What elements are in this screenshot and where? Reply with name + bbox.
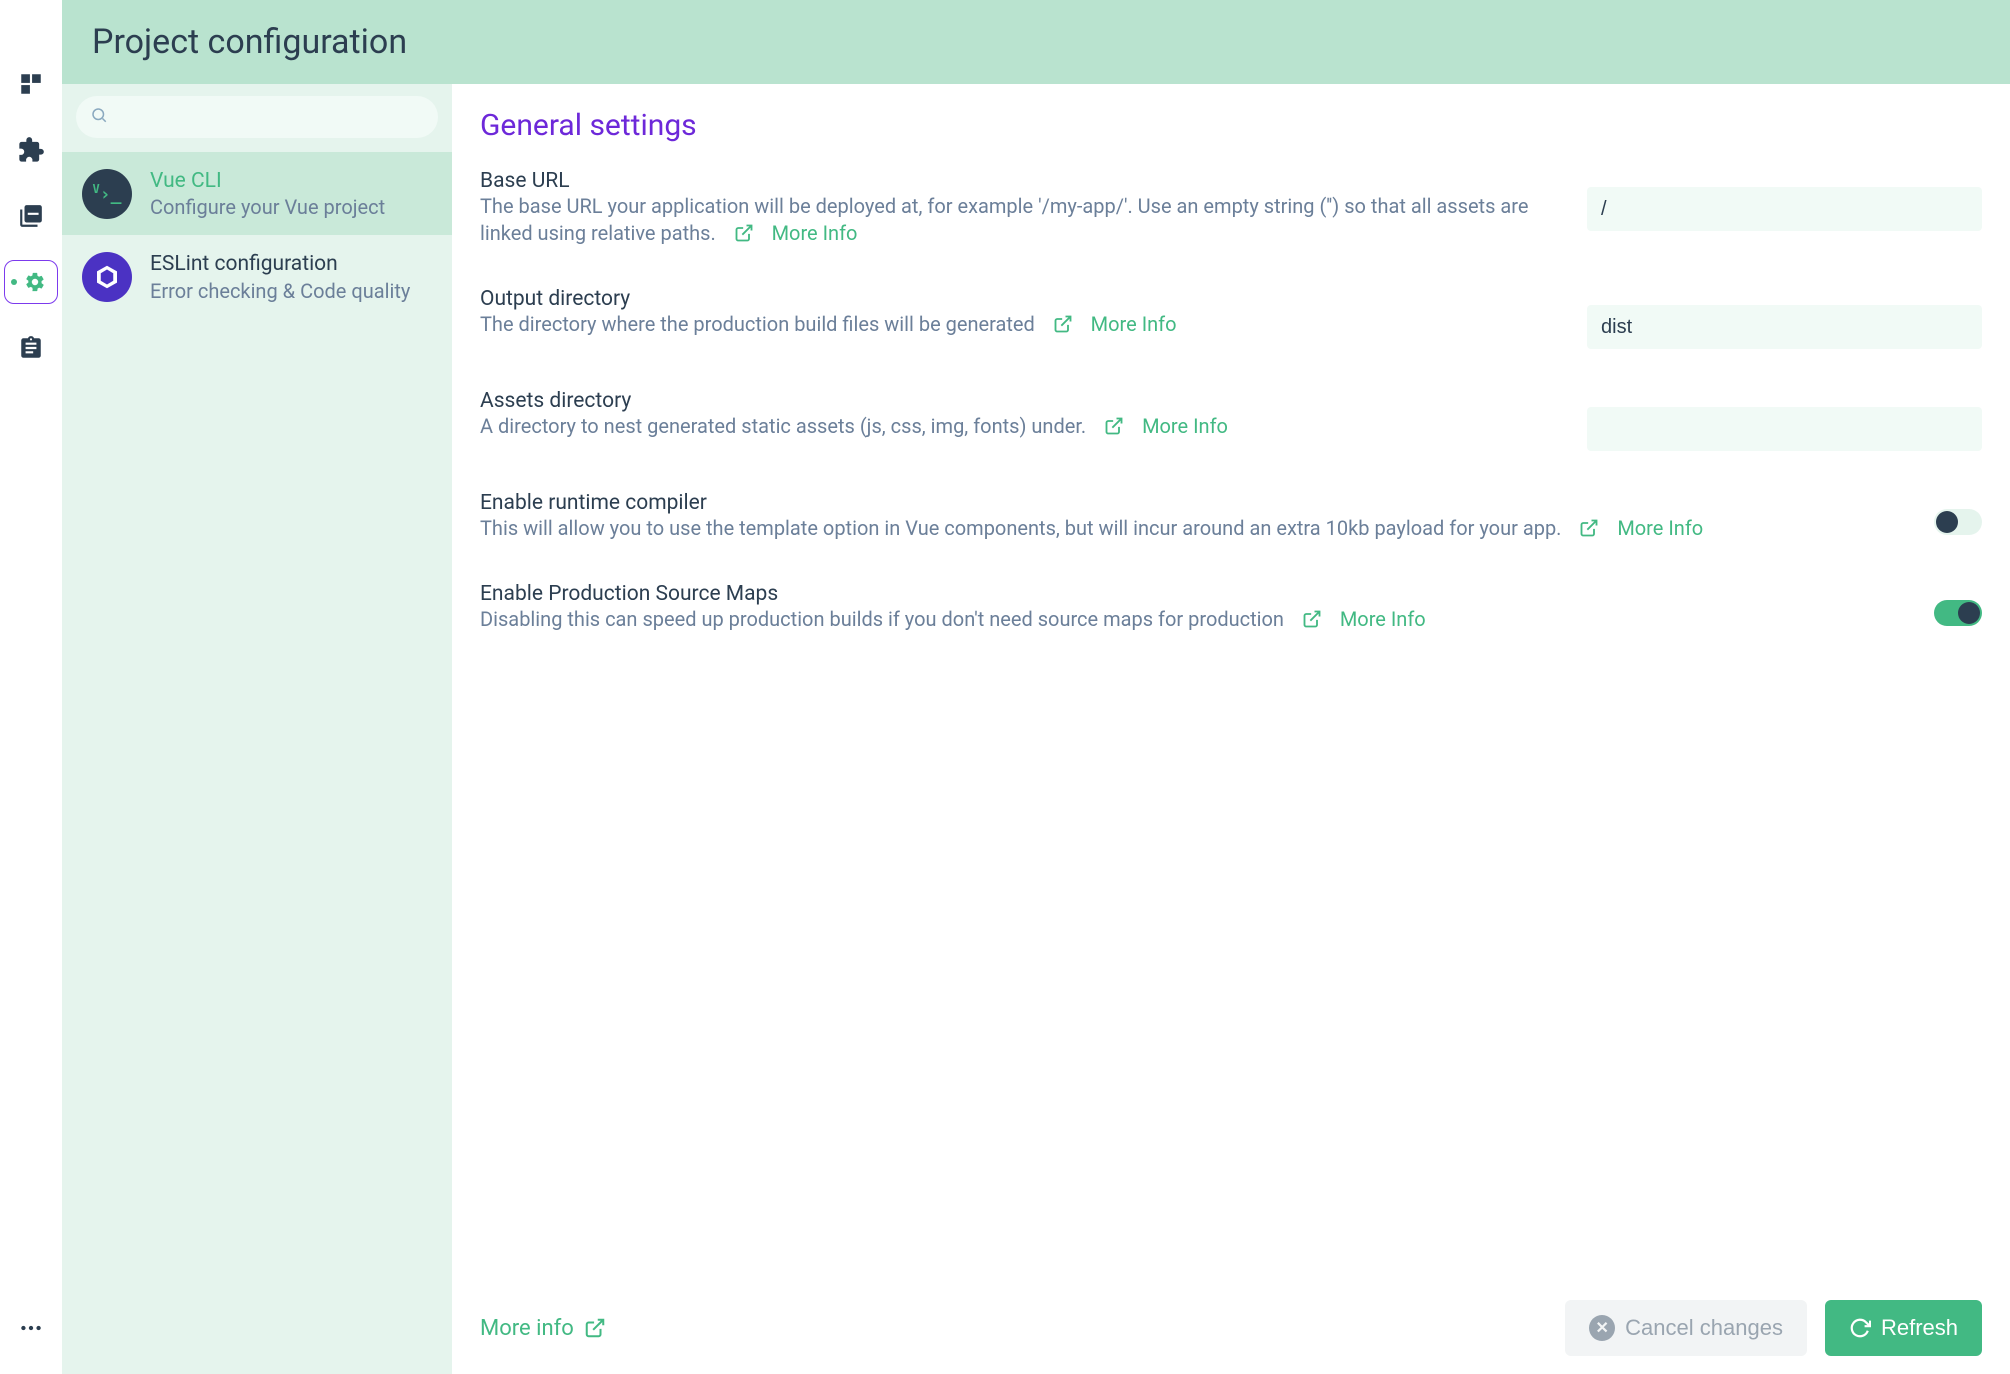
footer-bar: More info ✕ Cancel changes Refresh — [452, 1282, 2010, 1374]
page-title: Project configuration — [92, 22, 1980, 62]
nav-configuration[interactable] — [4, 260, 58, 304]
refresh-button[interactable]: Refresh — [1825, 1300, 1982, 1356]
external-link-icon — [1579, 518, 1599, 538]
collections-icon — [18, 203, 44, 229]
setting-more-info[interactable]: More Info — [1040, 312, 1177, 336]
external-link-icon — [1302, 609, 1322, 629]
setting-label: Base URL — [480, 169, 1547, 193]
external-link-icon — [1053, 314, 1073, 334]
config-item-name: Vue CLI — [150, 168, 432, 195]
nav-dashboard[interactable] — [9, 62, 53, 106]
setting-desc: Disabling this can speed up production b… — [480, 607, 1289, 631]
refresh-label: Refresh — [1881, 1315, 1958, 1341]
footer-more-info[interactable]: More info — [480, 1316, 606, 1341]
clipboard-icon — [18, 335, 44, 361]
assetsDir-input[interactable] — [1587, 407, 1982, 451]
nav-iconbar — [0, 0, 62, 1374]
titlebar: Project configuration — [62, 0, 2010, 84]
setting-baseUrl: Base URLThe base URL your application wi… — [480, 169, 1982, 247]
config-list: V›_ Vue CLIConfigure your Vue project ESLi… — [62, 84, 452, 1374]
config-item-name: ESLint configuration — [150, 251, 432, 278]
setting-productionSourceMap: Enable Production Source MapsDisabling t… — [480, 582, 1982, 633]
external-link-icon — [584, 1317, 606, 1339]
setting-label: Enable runtime compiler — [480, 491, 1894, 515]
setting-desc: A directory to nest generated static ass… — [480, 414, 1091, 438]
nav-plugins[interactable] — [9, 128, 53, 172]
setting-more-info[interactable]: More Info — [721, 221, 858, 245]
puzzle-icon — [17, 136, 45, 164]
setting-more-info[interactable]: More Info — [1091, 414, 1228, 438]
runtimeCompiler-toggle[interactable] — [1934, 509, 1982, 535]
config-search-input[interactable] — [76, 96, 438, 138]
vue-icon: V›_ — [93, 182, 122, 205]
setting-desc: The base URL your application will be de… — [480, 194, 1528, 245]
external-link-icon — [1104, 416, 1124, 436]
external-link-icon — [734, 223, 754, 243]
config-item-desc: Configure your Vue project — [150, 195, 432, 219]
productionSourceMap-toggle[interactable] — [1934, 600, 1982, 626]
footer-more-info-label: More info — [480, 1316, 574, 1341]
dashboard-icon — [18, 71, 44, 97]
outputDir-input[interactable] — [1587, 305, 1982, 349]
setting-more-info[interactable]: More Info — [1289, 607, 1426, 631]
setting-label: Enable Production Source Maps — [480, 582, 1894, 606]
setting-assetsDir: Assets directoryA directory to nest gene… — [480, 389, 1982, 451]
baseUrl-input[interactable] — [1587, 187, 1982, 231]
setting-label: Assets directory — [480, 389, 1547, 413]
nav-dependencies[interactable] — [9, 194, 53, 238]
setting-more-info[interactable]: More Info — [1566, 516, 1703, 540]
setting-outputDir: Output directoryThe directory where the … — [480, 287, 1982, 349]
nav-more[interactable] — [18, 1315, 44, 1346]
setting-desc: The directory where the production build… — [480, 312, 1040, 336]
close-circle-icon: ✕ — [1589, 1315, 1615, 1341]
nav-tasks[interactable] — [9, 326, 53, 370]
config-item-eslint[interactable]: ESLint configurationError checking & Cod… — [62, 235, 452, 318]
config-item-vue-cli[interactable]: V›_ Vue CLIConfigure your Vue project — [62, 152, 452, 235]
refresh-icon — [1849, 1317, 1871, 1339]
setting-label: Output directory — [480, 287, 1547, 311]
vue-icon: V›_ — [82, 169, 132, 219]
cancel-changes-button[interactable]: ✕ Cancel changes — [1565, 1300, 1807, 1356]
setting-runtimeCompiler: Enable runtime compilerThis will allow y… — [480, 491, 1982, 542]
settings-panel: General settings Base URLThe base URL yo… — [452, 84, 2010, 1374]
cancel-label: Cancel changes — [1625, 1315, 1783, 1341]
eslint-icon — [82, 252, 132, 302]
setting-desc: This will allow you to use the template … — [480, 516, 1566, 540]
more-horizontal-icon — [18, 1315, 44, 1341]
config-item-desc: Error checking & Code quality — [150, 279, 432, 303]
search-icon — [90, 105, 108, 129]
panel-heading: General settings — [480, 108, 1982, 143]
gear-icon — [24, 271, 46, 293]
